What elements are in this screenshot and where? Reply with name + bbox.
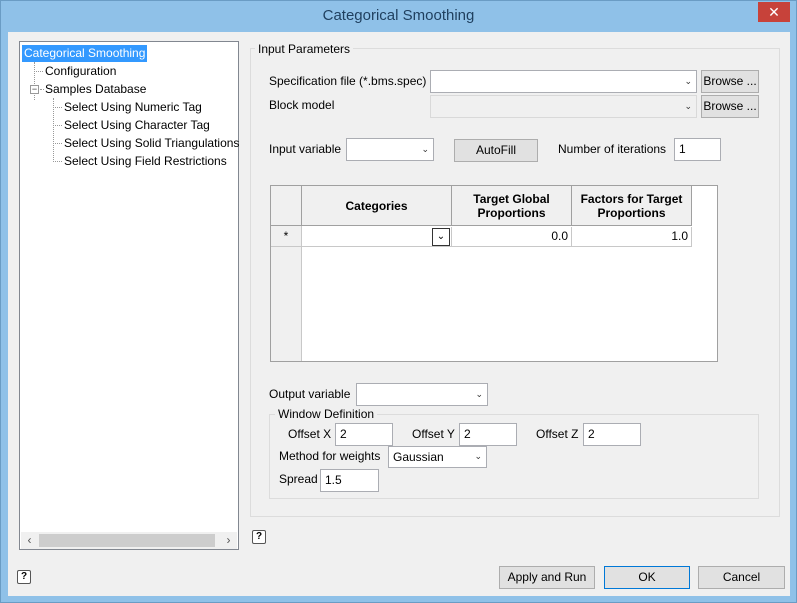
chevron-down-icon: ⌄ [421, 144, 429, 154]
dialog-window: Categorical Smoothing ✕ Categorical Smoo… [0, 0, 797, 603]
offset-x-label: Offset X [288, 427, 332, 441]
tree-connector [53, 161, 62, 162]
tree-item-configuration[interactable]: Configuration [45, 63, 116, 80]
input-parameters-label: Input Parameters [255, 42, 354, 56]
iterations-input[interactable]: 1 [674, 138, 721, 161]
category-dropdown-icon[interactable]: ⌄ [432, 228, 450, 246]
dialog-client: Categorical Smoothing Configuration − Sa… [8, 32, 790, 596]
column-header-target-global[interactable]: Target Global Proportions [452, 186, 572, 226]
tree-connector [53, 125, 62, 126]
offset-x-input[interactable]: 2 [335, 423, 393, 446]
block-model-combo[interactable]: ⌄ [430, 95, 697, 118]
tree-connector [53, 107, 62, 108]
scroll-left-icon[interactable]: ‹ [21, 532, 38, 549]
apply-and-run-button[interactable]: Apply and Run [499, 566, 595, 589]
title-bar: Categorical Smoothing ✕ [1, 1, 796, 33]
output-variable-label: Output variable [269, 387, 351, 401]
grid-cell-factors[interactable]: 1.0 [572, 227, 692, 247]
column-header-categories[interactable]: Categories [302, 186, 452, 226]
help-icon[interactable]: ? [17, 570, 31, 584]
chevron-down-icon: ⌄ [474, 451, 482, 461]
grid-corner-header [271, 186, 302, 226]
grid-row-marker: * [271, 227, 302, 247]
spread-label: Spread [279, 472, 318, 486]
spec-file-browse-button[interactable]: Browse ... [701, 70, 759, 93]
tree-item-solid-triangulations[interactable]: Select Using Solid Triangulations [64, 135, 239, 152]
offset-y-label: Offset Y [412, 427, 455, 441]
tree-connector [34, 62, 35, 100]
spec-file-label: Specification file (*.bms.spec) [269, 74, 427, 88]
tree-item-numeric-tag[interactable]: Select Using Numeric Tag [64, 99, 202, 116]
close-button[interactable]: ✕ [758, 2, 790, 22]
offset-z-label: Offset Z [536, 427, 579, 441]
chevron-down-icon: ⌄ [475, 389, 483, 399]
offset-z-input[interactable]: 2 [583, 423, 641, 446]
input-variable-label: Input variable [269, 142, 342, 156]
spec-file-combo[interactable]: ⌄ [430, 70, 697, 93]
cancel-button[interactable]: Cancel [698, 566, 785, 589]
tree-horizontal-scrollbar[interactable]: ‹ › [21, 532, 237, 549]
scroll-right-icon[interactable]: › [220, 532, 237, 549]
tree-connector [53, 143, 62, 144]
block-model-label: Block model [269, 98, 335, 112]
chevron-down-icon: ⌄ [684, 76, 692, 86]
tree-item-categorical-smoothing[interactable]: Categorical Smoothing [22, 45, 148, 62]
output-variable-combo[interactable]: ⌄ [356, 383, 488, 406]
iterations-label: Number of iterations [558, 142, 667, 156]
tree-connector [34, 71, 43, 72]
scrollbar-thumb[interactable] [39, 534, 215, 547]
chevron-down-icon: ⌄ [684, 101, 692, 111]
grid-cell-category[interactable] [302, 227, 452, 247]
tree-item-samples-database[interactable]: Samples Database [45, 81, 146, 98]
column-header-factors[interactable]: Factors for Target Proportions [572, 186, 692, 226]
method-weights-value: Gaussian [393, 450, 444, 464]
tree-item-field-restrictions[interactable]: Select Using Field Restrictions [64, 153, 227, 170]
offset-y-input[interactable]: 2 [459, 423, 517, 446]
tree-connector [40, 89, 44, 90]
collapse-icon[interactable]: − [30, 85, 39, 94]
method-weights-label: Method for weights [279, 449, 381, 463]
ok-button[interactable]: OK [604, 566, 690, 589]
input-variable-combo[interactable]: ⌄ [346, 138, 434, 161]
navigation-tree: Categorical Smoothing Configuration − Sa… [19, 41, 239, 550]
block-model-browse-button[interactable]: Browse ... [701, 95, 759, 118]
window-definition-label: Window Definition [275, 407, 378, 421]
tree-item-character-tag[interactable]: Select Using Character Tag [64, 117, 210, 134]
spread-input[interactable]: 1.5 [320, 469, 379, 492]
categories-grid: Categories Target Global Proportions Fac… [270, 185, 718, 362]
help-icon[interactable]: ? [252, 530, 266, 544]
method-weights-combo[interactable]: Gaussian ⌄ [388, 446, 487, 468]
autofill-button[interactable]: AutoFill [454, 139, 538, 162]
window-title: Categorical Smoothing [322, 7, 475, 24]
grid-cell-target-global[interactable]: 0.0 [452, 227, 572, 247]
